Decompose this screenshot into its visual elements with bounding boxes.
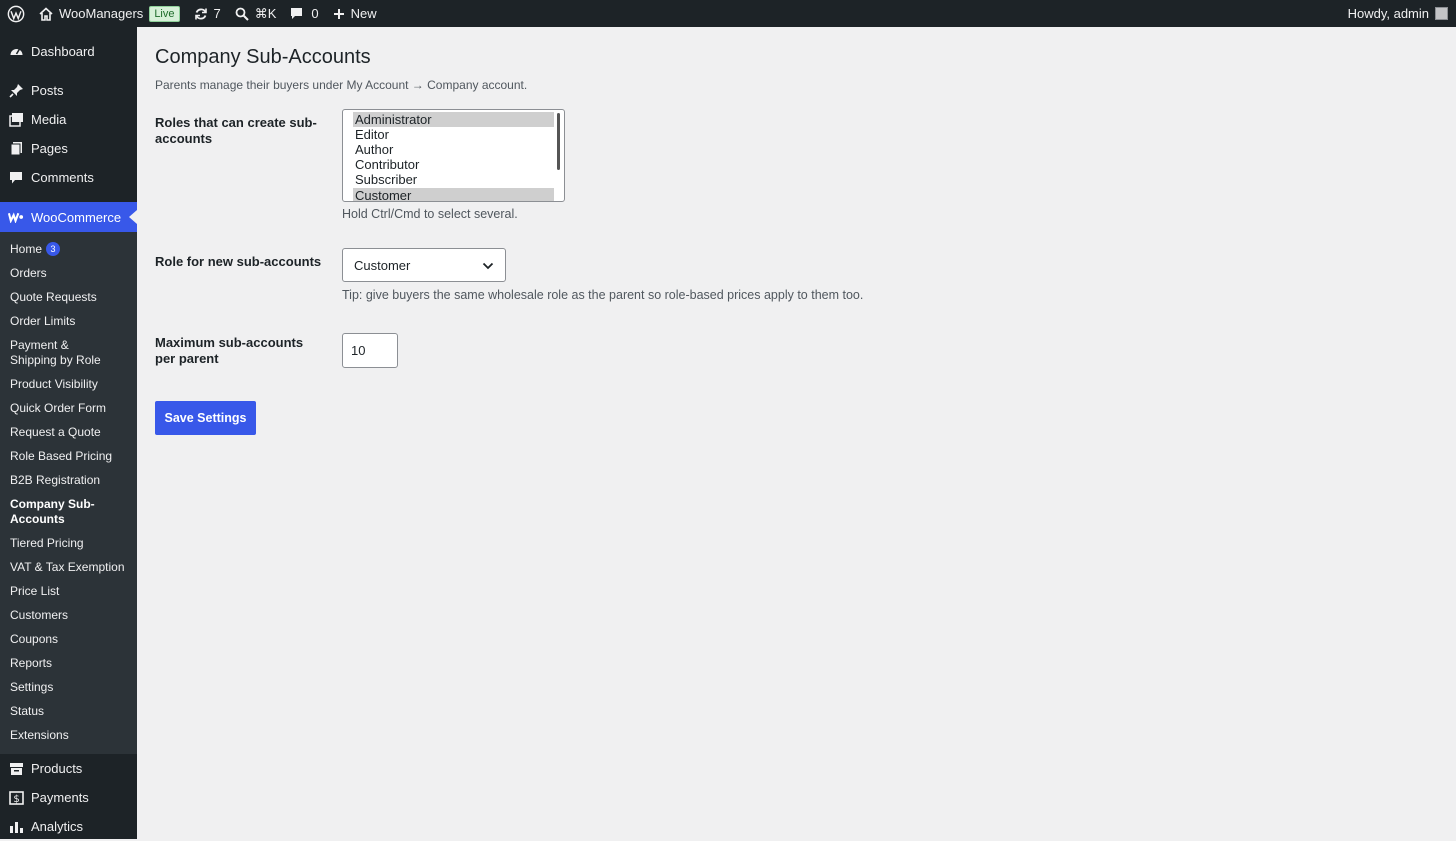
menu-item-payments[interactable]: $ Payments <box>0 783 137 812</box>
submenu-item-company-sub-accounts[interactable]: Company Sub-Accounts <box>0 493 110 532</box>
menu-item-comments[interactable]: Comments <box>0 163 137 192</box>
submenu-item-order-limits[interactable]: Order Limits <box>0 310 137 334</box>
menu-label: Pages <box>31 141 68 156</box>
account-menu[interactable]: Howdy, admin <box>1348 6 1456 21</box>
analytics-icon <box>8 819 24 835</box>
command-search[interactable]: ⌘K <box>228 0 284 27</box>
page-description: Parents manage their buyers under My Acc… <box>155 78 528 92</box>
menu-label: Products <box>31 761 83 776</box>
woo-icon <box>8 209 24 225</box>
plus-icon <box>333 8 345 20</box>
submenu-item-customers[interactable]: Customers <box>0 604 137 628</box>
submenu-item-tiered-pricing[interactable]: Tiered Pricing <box>0 532 137 556</box>
admin-bar: WooManagers Live 7 ⌘K 0 New Howdy, admin <box>0 0 1456 27</box>
submenu-item-home[interactable]: Home 3 <box>0 238 137 262</box>
new-role-label: Role for new sub-accounts <box>155 254 322 269</box>
submenu-item-b2b-registration[interactable]: B2B Registration <box>0 469 137 493</box>
new-role-select[interactable]: Customer <box>342 248 506 282</box>
role-option-administrator[interactable]: Administrator <box>353 112 554 127</box>
menu-item-media[interactable]: Media <box>0 105 137 134</box>
role-option-subscriber[interactable]: Subscriber <box>353 172 554 187</box>
new-content-link[interactable]: New <box>326 0 384 27</box>
search-icon <box>235 7 249 21</box>
menu-label: WooCommerce <box>31 209 122 225</box>
menu-item-pages[interactable]: Pages <box>0 134 137 163</box>
menu-item-products[interactable]: Products <box>0 754 137 783</box>
comment-icon <box>290 7 303 20</box>
submenu-item-product-visibility[interactable]: Product Visibility <box>0 373 137 397</box>
submenu-item-quick-order-form[interactable]: Quick Order Form <box>0 397 137 421</box>
role-option-author[interactable]: Author <box>353 142 554 157</box>
avatar <box>1435 7 1448 20</box>
submenu-item-role-based-pricing[interactable]: Role Based Pricing <box>0 445 137 469</box>
roles-help-text: Hold Ctrl/Cmd to select several. <box>342 207 518 221</box>
svg-text:$: $ <box>13 794 19 805</box>
menu-item-dashboard[interactable]: Dashboard <box>0 37 137 66</box>
wordpress-logo-icon[interactable] <box>0 0 32 27</box>
updates-count: 7 <box>213 6 221 21</box>
refresh-icon <box>194 7 208 21</box>
save-settings-button[interactable]: Save Settings <box>155 401 256 435</box>
page-title: Company Sub-Accounts <box>155 46 371 68</box>
listbox-scrollbar[interactable] <box>557 113 560 170</box>
submenu-item-coupons[interactable]: Coupons <box>0 628 137 652</box>
menu-label: Analytics <box>31 819 84 834</box>
admin-sidebar: Dashboard Posts Media Pages Comments Woo… <box>0 27 137 839</box>
submenu-item-status[interactable]: Status <box>0 700 137 724</box>
comments-count: 0 <box>311 6 319 21</box>
submenu-item-orders[interactable]: Orders <box>0 262 137 286</box>
site-name: WooManagers <box>59 6 144 21</box>
submenu-item-extensions[interactable]: Extensions <box>0 724 137 748</box>
max-subaccounts-input[interactable]: 10 <box>342 333 398 368</box>
submenu-item-reports[interactable]: Reports <box>0 652 137 676</box>
notification-badge: 3 <box>46 242 61 256</box>
main-content: Company Sub-Accounts Parents manage thei… <box>155 27 1435 435</box>
menu-label: Comments <box>31 170 94 185</box>
role-option-editor[interactable]: Editor <box>353 127 554 142</box>
roles-listbox[interactable]: Administrator Editor Author Contributor … <box>342 109 565 202</box>
live-badge: Live <box>149 5 180 22</box>
submenu-item-request-a-quote[interactable]: Request a Quote <box>0 421 137 445</box>
submenu-item-payment-shipping-by-role[interactable]: Payment & Shipping by Role <box>0 334 120 373</box>
greeting: Howdy, admin <box>1347 6 1429 21</box>
role-option-customer[interactable]: Customer <box>353 188 554 201</box>
dashboard-icon <box>8 44 24 60</box>
new-label: New <box>350 6 377 21</box>
menu-item-analytics[interactable]: Analytics <box>0 812 137 841</box>
submenu-item-vat-tax-exemption[interactable]: VAT & Tax Exemption <box>0 556 137 580</box>
chevron-down-icon <box>482 258 494 273</box>
updates-link[interactable]: 7 <box>187 0 228 27</box>
pages-icon <box>8 141 24 157</box>
menu-label: Dashboard <box>31 44 95 59</box>
submenu-item-quote-requests[interactable]: Quote Requests <box>0 286 137 310</box>
comment-icon <box>8 170 24 186</box>
new-role-help-text: Tip: give buyers the same wholesale role… <box>342 288 864 302</box>
products-icon <box>8 761 24 777</box>
submenu-item-price-list[interactable]: Price List <box>0 580 137 604</box>
submenu-label: Home <box>10 242 43 256</box>
menu-item-woocommerce[interactable]: WooCommerce <box>0 202 137 232</box>
menu-label: Posts <box>31 83 64 98</box>
home-icon <box>39 6 53 21</box>
search-shortcut: ⌘K <box>254 5 277 21</box>
site-name-link[interactable]: WooManagers Live <box>32 0 187 27</box>
woocommerce-submenu: Home 3 Orders Quote Requests Order Limits… <box>0 232 137 754</box>
media-icon <box>8 112 24 128</box>
pin-icon <box>8 83 24 99</box>
new-role-value: Customer <box>354 257 411 273</box>
payments-icon: $ <box>8 790 24 806</box>
role-option-contributor[interactable]: Contributor <box>353 157 554 172</box>
comments-link[interactable]: 0 <box>283 0 325 27</box>
menu-label: Media <box>31 112 67 127</box>
max-subaccounts-label: Maximum sub-accounts per parent <box>155 335 304 366</box>
menu-label: Payments <box>31 790 89 805</box>
menu-item-posts[interactable]: Posts <box>0 76 137 105</box>
submenu-item-settings[interactable]: Settings <box>0 676 137 700</box>
roles-label: Roles that can create sub-accounts <box>155 115 317 146</box>
